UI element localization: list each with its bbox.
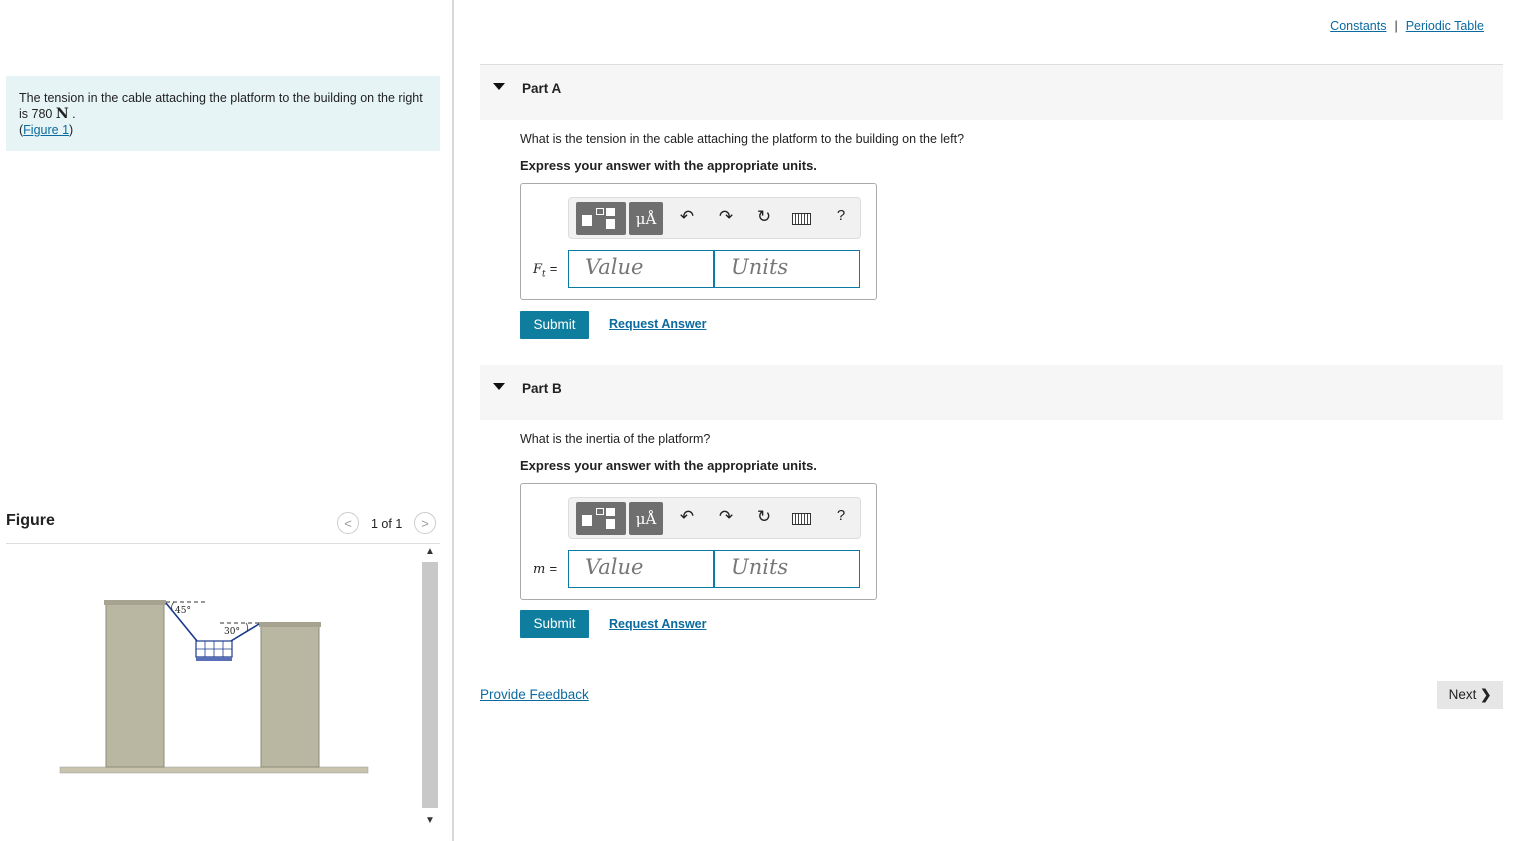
figure-divider bbox=[6, 543, 440, 544]
angle-30-label: 30° bbox=[224, 627, 240, 637]
variable-subscript: t bbox=[542, 269, 546, 280]
chevron-right-icon: ❯ bbox=[1480, 687, 1492, 702]
redo-icon[interactable]: ↷ bbox=[716, 507, 736, 527]
part-a-request-answer-link[interactable]: Request Answer bbox=[609, 317, 706, 331]
part-a-header[interactable]: Part A bbox=[480, 65, 1503, 120]
part-a-submit-button[interactable]: Submit bbox=[520, 311, 589, 339]
platform-base bbox=[196, 657, 232, 661]
problem-text: The tension in the cable attaching the p… bbox=[19, 91, 423, 121]
part-b-title: Part B bbox=[522, 381, 562, 396]
collapse-triangle-icon[interactable] bbox=[493, 383, 505, 390]
figure-link[interactable]: Figure 1 bbox=[23, 123, 69, 137]
pane-divider[interactable] bbox=[452, 0, 454, 841]
top-links: Constants | Periodic Table bbox=[1330, 19, 1484, 33]
units-input[interactable]: Units bbox=[714, 550, 860, 588]
units-symbols-button[interactable]: μÅ bbox=[629, 502, 663, 535]
figure-image: 45° 30° bbox=[59, 600, 369, 774]
part-b-question: What is the inertia of the platform? bbox=[520, 432, 711, 446]
part-a-question: What is the tension in the cable attachi… bbox=[520, 132, 965, 146]
part-a-instruction: Express your answer with the appropriate… bbox=[520, 158, 817, 173]
scroll-up-arrow[interactable]: ▲ bbox=[422, 546, 438, 560]
link-separator: | bbox=[1394, 19, 1398, 33]
value-input[interactable]: Value bbox=[568, 550, 714, 588]
problem-statement: The tension in the cable attaching the p… bbox=[6, 76, 440, 151]
math-toolbar: μÅ ↶ ↷ ↻ ? bbox=[568, 197, 861, 239]
problem-text-end: . bbox=[68, 107, 76, 121]
templates-button[interactable] bbox=[576, 202, 626, 235]
scroll-down-arrow[interactable]: ▼ bbox=[422, 815, 438, 829]
reset-icon[interactable]: ↻ bbox=[754, 207, 774, 227]
help-button[interactable]: ? bbox=[831, 507, 851, 524]
right-building-roof bbox=[259, 622, 321, 627]
left-building bbox=[105, 602, 165, 768]
part-b-instruction: Express your answer with the appropriate… bbox=[520, 458, 817, 473]
redo-icon[interactable]: ↷ bbox=[716, 207, 736, 227]
undo-icon[interactable]: ↶ bbox=[677, 207, 697, 227]
constants-link[interactable]: Constants bbox=[1330, 19, 1386, 33]
math-toolbar: μÅ ↶ ↷ ↻ ? bbox=[568, 497, 861, 539]
figure-prev-button[interactable]: < bbox=[337, 512, 359, 534]
ground bbox=[59, 766, 369, 774]
units-symbols-button[interactable]: μÅ bbox=[629, 202, 663, 235]
part-a-answer-box: μÅ ↶ ↷ ↻ ? Ft = Value Units bbox=[520, 183, 877, 300]
figure-next-button[interactable]: > bbox=[414, 512, 436, 534]
part-b-request-answer-link[interactable]: Request Answer bbox=[609, 617, 706, 631]
right-building bbox=[260, 624, 320, 768]
left-building-roof bbox=[104, 600, 166, 605]
keyboard-icon[interactable] bbox=[792, 513, 811, 525]
provide-feedback-link[interactable]: Provide Feedback bbox=[480, 687, 589, 702]
undo-icon[interactable]: ↶ bbox=[677, 507, 697, 527]
templates-button[interactable] bbox=[576, 502, 626, 535]
figure-counter: 1 of 1 bbox=[371, 517, 403, 531]
collapse-triangle-icon[interactable] bbox=[493, 83, 505, 90]
next-label: Next bbox=[1448, 687, 1477, 702]
angle-45-label: 45° bbox=[175, 606, 191, 616]
left-pane: The tension in the cable attaching the p… bbox=[0, 0, 453, 841]
figure-title: Figure bbox=[6, 512, 55, 529]
scrollbar-thumb[interactable] bbox=[422, 562, 438, 808]
help-button[interactable]: ? bbox=[831, 207, 851, 224]
part-a-title: Part A bbox=[522, 81, 562, 96]
unit-symbol: N bbox=[55, 106, 69, 122]
reset-icon[interactable]: ↻ bbox=[754, 507, 774, 527]
variable-label: Ft = bbox=[533, 261, 558, 280]
units-input[interactable]: Units bbox=[714, 250, 860, 288]
value-input[interactable]: Value bbox=[568, 250, 714, 288]
keyboard-icon[interactable] bbox=[792, 213, 811, 225]
part-b-answer-box: μÅ ↶ ↷ ↻ ? m = Value Units bbox=[520, 483, 877, 600]
variable-label: m = bbox=[533, 561, 558, 577]
periodic-table-link[interactable]: Periodic Table bbox=[1406, 19, 1484, 33]
part-b-submit-button[interactable]: Submit bbox=[520, 610, 589, 638]
next-button[interactable]: Next ❯ bbox=[1437, 681, 1503, 709]
part-b-header[interactable]: Part B bbox=[480, 365, 1503, 420]
